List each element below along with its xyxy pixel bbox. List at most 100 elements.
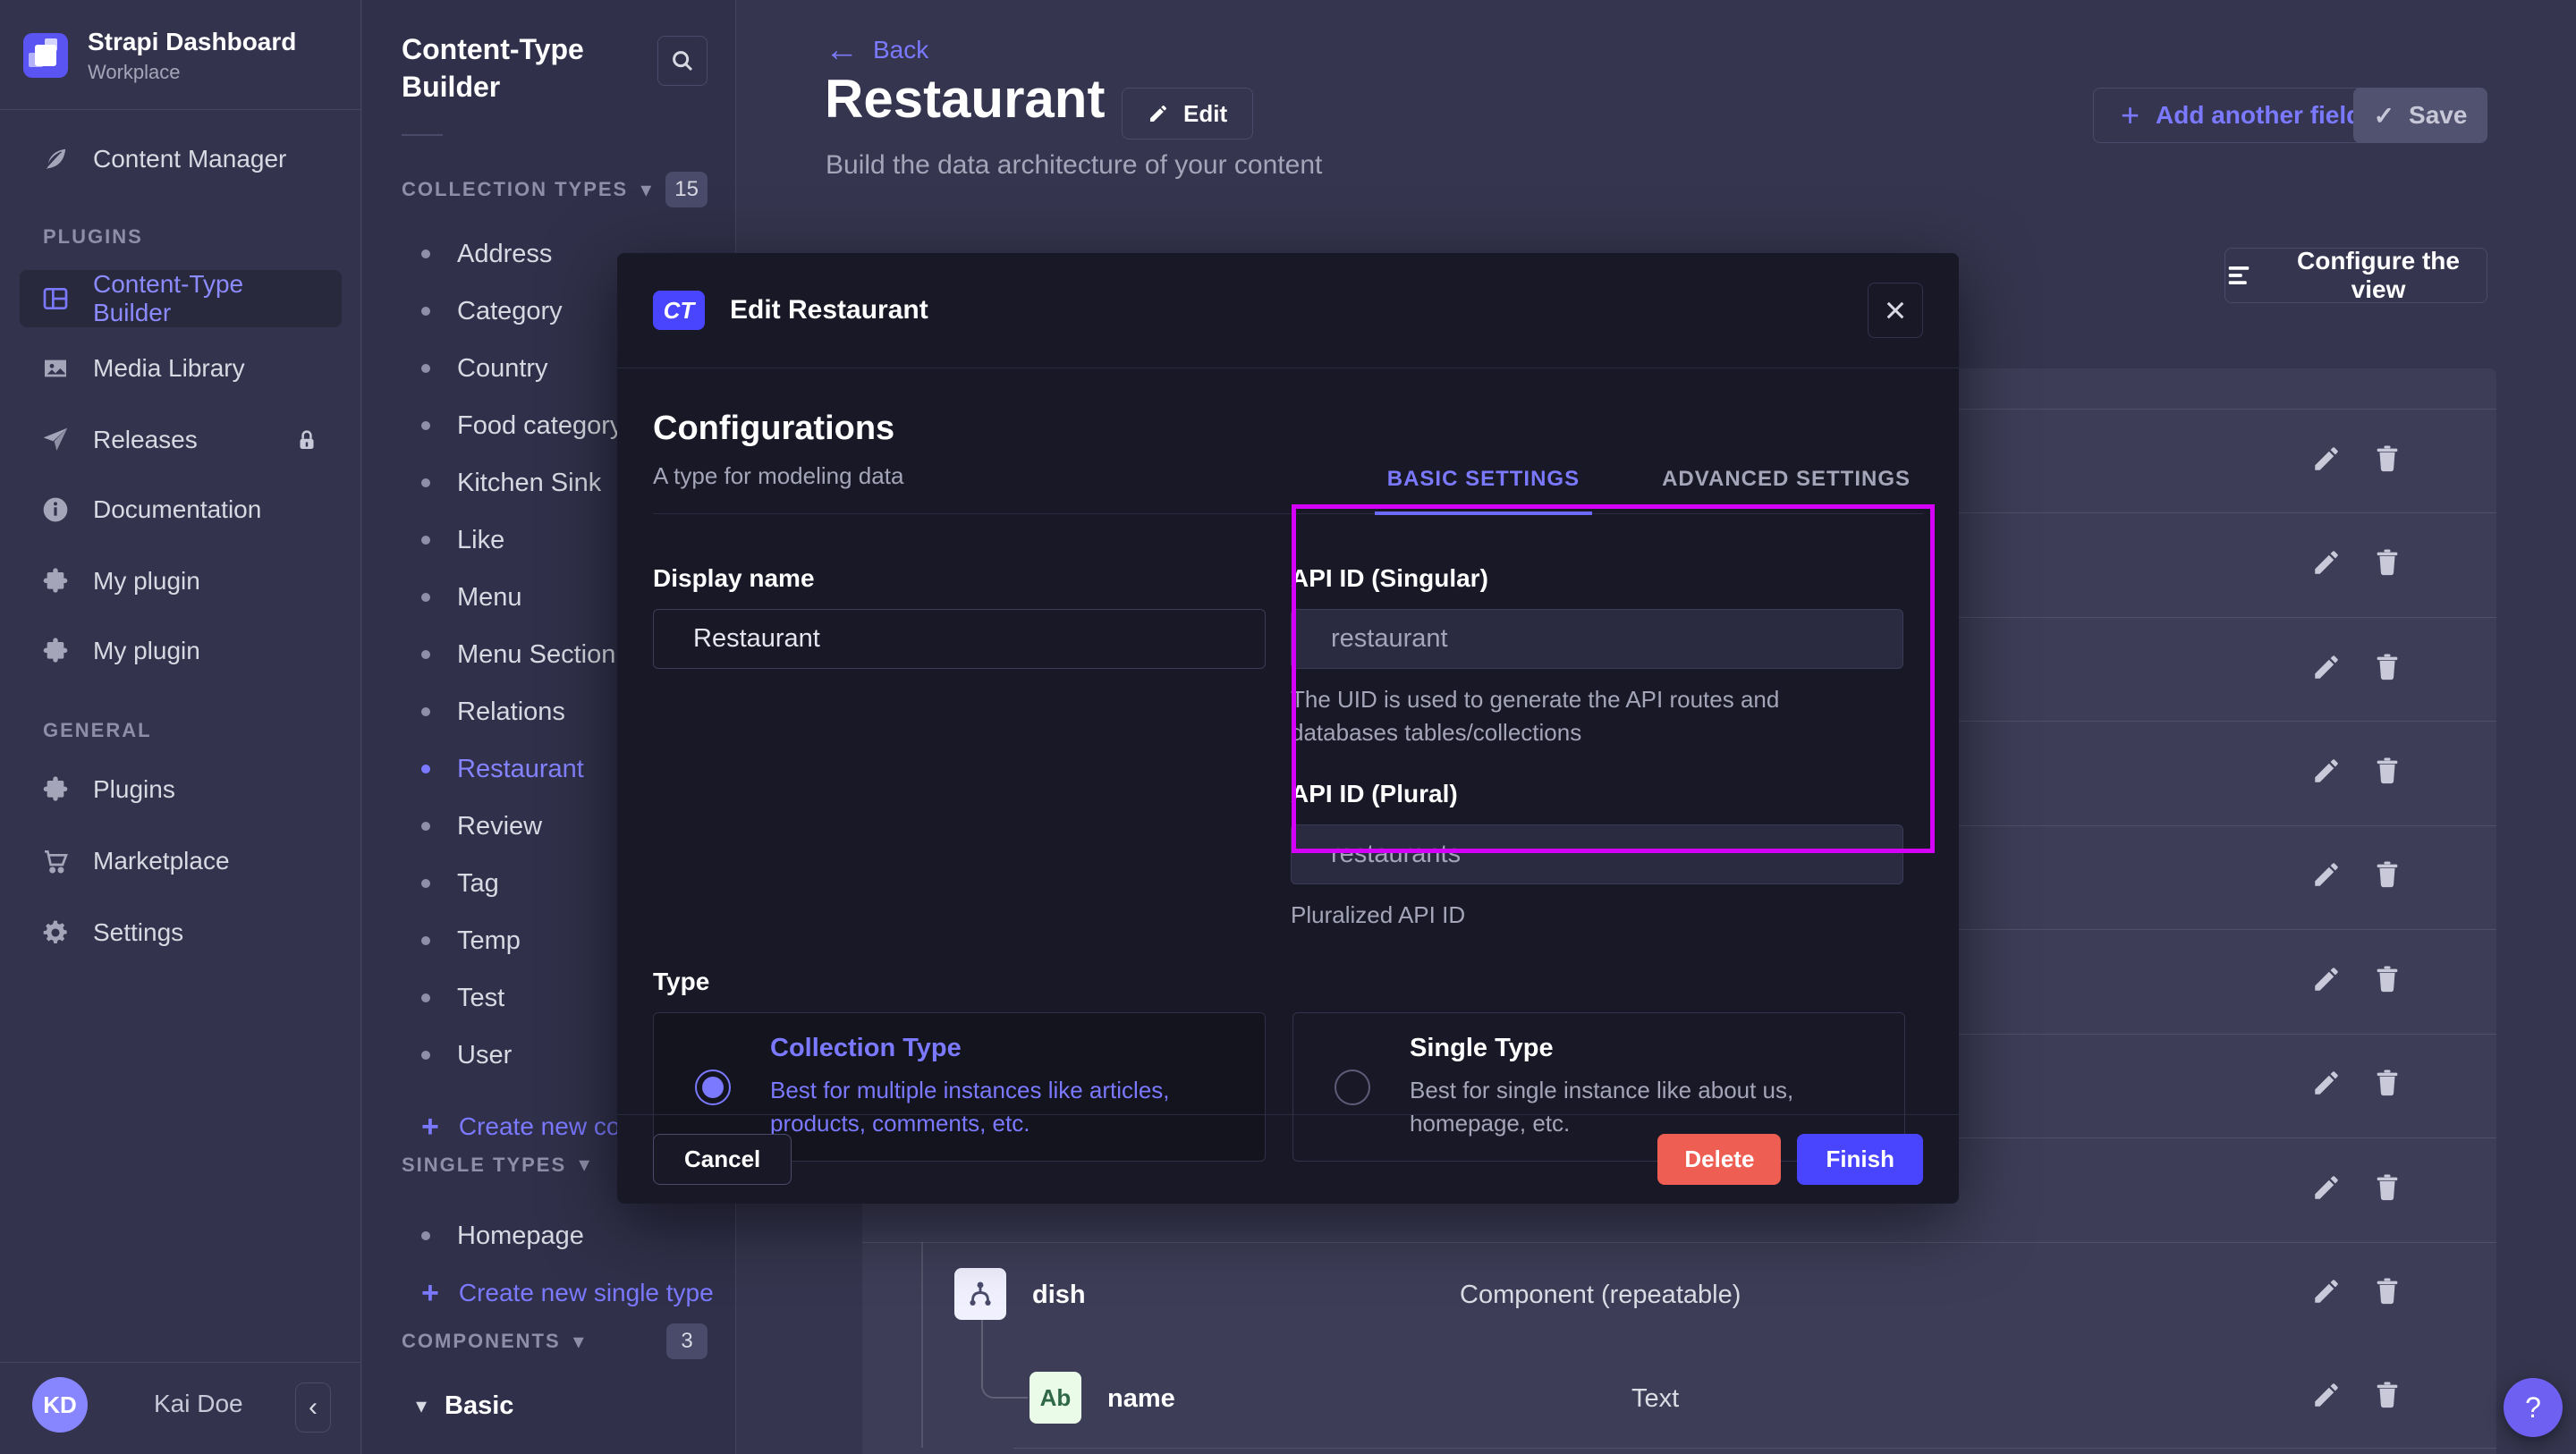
filter-lines-icon bbox=[2225, 262, 2252, 289]
sidebar-item-label: My plugin bbox=[93, 637, 200, 665]
divider bbox=[862, 1242, 2496, 1243]
delete-row-button[interactable] bbox=[2372, 1275, 2404, 1307]
modal-body: Configurations A type for modeling data … bbox=[617, 368, 1959, 1162]
components-header[interactable]: COMPONENTS ▾ 3 bbox=[402, 1323, 708, 1359]
sidebar-item-documentation[interactable]: Documentation bbox=[20, 481, 342, 538]
help-button[interactable]: ? bbox=[2504, 1378, 2563, 1437]
nav-section-general: GENERAL bbox=[43, 719, 152, 742]
row-actions bbox=[2311, 1067, 2436, 1103]
edit-row-button[interactable] bbox=[2311, 858, 2343, 891]
delete-button[interactable]: Delete bbox=[1657, 1134, 1781, 1185]
bullet-icon bbox=[421, 364, 430, 373]
app-brand[interactable]: Strapi Dashboard Workplace bbox=[0, 0, 360, 109]
divider bbox=[1013, 1448, 2496, 1449]
type-label: Type bbox=[653, 968, 1923, 996]
edit-row-button[interactable] bbox=[2311, 1067, 2343, 1099]
radio-selected-icon[interactable] bbox=[695, 1069, 731, 1105]
modal-footer: Cancel Delete Finish bbox=[617, 1114, 1959, 1204]
tab-basic-settings[interactable]: BASIC SETTINGS bbox=[1375, 467, 1592, 515]
divider bbox=[0, 109, 360, 110]
row-actions bbox=[2311, 1275, 2436, 1311]
page-title: Restaurant bbox=[825, 68, 1105, 130]
edit-row-button[interactable] bbox=[2311, 546, 2343, 579]
radio-unselected-icon[interactable] bbox=[1335, 1069, 1370, 1105]
components-label: COMPONENTS bbox=[402, 1330, 561, 1353]
puzzle-icon bbox=[41, 567, 70, 596]
edit-button[interactable]: Edit bbox=[1122, 88, 1253, 139]
chevron-down-icon: ▾ bbox=[579, 1152, 589, 1178]
finish-button[interactable]: Finish bbox=[1797, 1134, 1923, 1185]
sidebar-item-my-plugin-1[interactable]: My plugin bbox=[20, 553, 342, 610]
feather-pen-icon bbox=[41, 145, 70, 173]
configurations-heading: Configurations bbox=[653, 410, 903, 448]
sidebar-item-content-manager[interactable]: Content Manager bbox=[20, 131, 342, 188]
chevron-down-icon: ▾ bbox=[640, 177, 651, 203]
layout-grid-icon bbox=[41, 284, 70, 313]
sidebar-item-my-plugin-2[interactable]: My plugin bbox=[20, 622, 342, 680]
search-button[interactable] bbox=[657, 36, 708, 86]
single-type-item-homepage[interactable]: Homepage bbox=[362, 1207, 735, 1264]
divider bbox=[402, 134, 443, 136]
row-actions bbox=[2311, 443, 2436, 478]
chevron-down-icon: ▾ bbox=[416, 1393, 427, 1419]
sidebar-item-marketplace[interactable]: Marketplace bbox=[20, 833, 342, 890]
plus-icon: + bbox=[421, 1110, 439, 1145]
edit-row-button[interactable] bbox=[2311, 1275, 2343, 1307]
sidebar-item-label: Marketplace bbox=[93, 847, 230, 875]
collection-type-title: Collection Type bbox=[770, 1034, 1224, 1063]
bullet-icon bbox=[421, 993, 430, 1002]
edit-restaurant-modal: CT Edit Restaurant × Configurations A ty… bbox=[617, 253, 1959, 1204]
collapse-sidebar-button[interactable]: ‹ bbox=[295, 1382, 331, 1433]
tab-advanced-settings[interactable]: ADVANCED SETTINGS bbox=[1649, 467, 1923, 513]
bullet-icon bbox=[421, 478, 430, 487]
cancel-button[interactable]: Cancel bbox=[653, 1134, 792, 1185]
edit-row-button[interactable] bbox=[2311, 443, 2343, 475]
edit-row-button[interactable] bbox=[2311, 1171, 2343, 1204]
api-id-plural-label: API ID (Plural) bbox=[1291, 780, 1903, 808]
sidebar-item-plugins[interactable]: Plugins bbox=[20, 761, 342, 818]
delete-row-button[interactable] bbox=[2372, 651, 2404, 683]
edit-row-button[interactable] bbox=[2311, 963, 2343, 995]
gear-icon bbox=[41, 918, 70, 947]
delete-row-button[interactable] bbox=[2372, 546, 2404, 579]
delete-row-button[interactable] bbox=[2372, 1067, 2404, 1099]
tree-connector bbox=[981, 1315, 1028, 1399]
delete-row-button[interactable] bbox=[2372, 963, 2404, 995]
check-icon: ✓ bbox=[2374, 101, 2394, 131]
add-another-field-button[interactable]: + Add another field bbox=[2093, 88, 2389, 143]
edit-row-button[interactable] bbox=[2311, 1379, 2343, 1411]
collection-types-header[interactable]: COLLECTION TYPES ▾ 15 bbox=[402, 172, 708, 207]
delete-row-button[interactable] bbox=[2372, 1379, 2404, 1411]
sidebar-item-releases[interactable]: Releases bbox=[20, 411, 342, 469]
delete-row-button[interactable] bbox=[2372, 858, 2404, 891]
create-single-type-link[interactable]: + Create new single type bbox=[362, 1264, 735, 1322]
edit-row-button[interactable] bbox=[2311, 651, 2343, 683]
sidebar-item-label: Documentation bbox=[93, 495, 261, 524]
avatar[interactable]: KD bbox=[32, 1377, 88, 1433]
save-button[interactable]: ✓ Save bbox=[2353, 88, 2487, 143]
user-name: Kai Doe bbox=[154, 1390, 243, 1418]
back-link[interactable]: ← Back bbox=[825, 36, 928, 64]
sidebar-item-media-library[interactable]: Media Library bbox=[20, 340, 342, 397]
sidebar-item-label: Plugins bbox=[93, 775, 175, 804]
sidebar-item-label: My plugin bbox=[93, 567, 200, 596]
row-actions bbox=[2311, 1379, 2436, 1415]
lock-icon bbox=[293, 427, 320, 453]
bullet-icon bbox=[421, 822, 430, 831]
arrow-left-icon: ← bbox=[825, 38, 859, 63]
bullet-icon bbox=[421, 307, 430, 316]
delete-row-button[interactable] bbox=[2372, 755, 2404, 787]
bullet-icon bbox=[421, 1051, 430, 1060]
delete-row-button[interactable] bbox=[2372, 443, 2404, 475]
component-group-basic[interactable]: ▾ Basic bbox=[362, 1377, 735, 1434]
bullet-icon bbox=[421, 879, 430, 888]
field-name: name bbox=[1107, 1384, 1175, 1414]
sidebar-item-settings[interactable]: Settings bbox=[20, 904, 342, 961]
delete-row-button[interactable] bbox=[2372, 1171, 2404, 1204]
display-name-input[interactable] bbox=[653, 609, 1266, 669]
field-type: Text bbox=[1631, 1384, 1679, 1414]
close-icon[interactable]: × bbox=[1868, 283, 1923, 338]
sidebar-item-content-type-builder[interactable]: Content-Type Builder bbox=[20, 270, 342, 327]
configure-the-view-button[interactable]: Configure the view bbox=[2224, 248, 2487, 303]
edit-row-button[interactable] bbox=[2311, 755, 2343, 787]
